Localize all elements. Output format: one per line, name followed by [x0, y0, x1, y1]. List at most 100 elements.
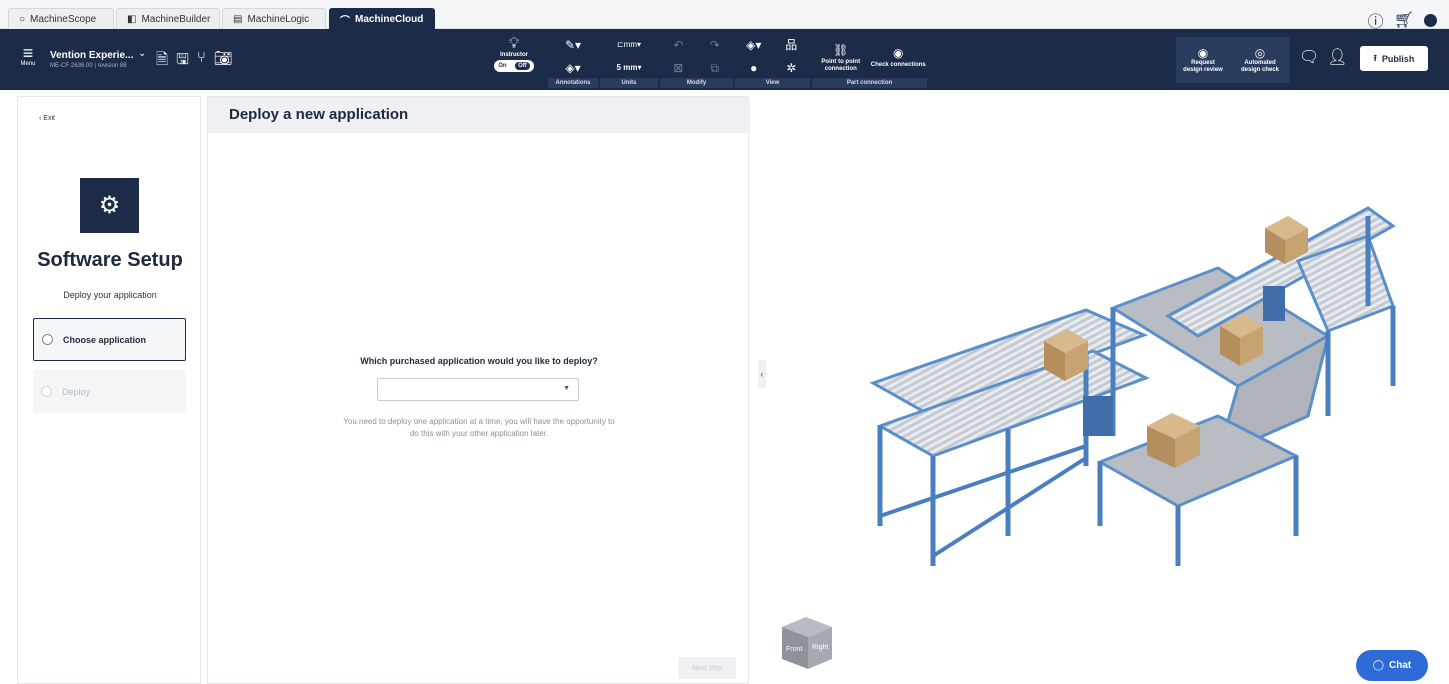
explode-icon[interactable]: ✲	[773, 59, 809, 77]
instructor-toggle[interactable]: On Off	[494, 60, 534, 72]
instructor-control: 💡︎ Instructor On Off	[492, 35, 536, 72]
application-select[interactable]: ▼	[377, 378, 579, 401]
tab-label: MachineScope	[30, 13, 97, 25]
align-icon[interactable]: ⊠	[661, 59, 696, 77]
units-group: ⊏mm▾ 5 mm▾ Units	[600, 30, 658, 88]
review-group: ◉ Request design review ◎ Automated desi…	[1176, 37, 1290, 83]
logic-icon: ▤	[233, 13, 243, 25]
automated-check-button[interactable]: ◎ Automated design check	[1235, 46, 1285, 74]
undo-icon[interactable]: ↶	[661, 36, 696, 54]
project-revision: ME-CF-2636.00 | revision 88	[50, 63, 127, 69]
check-connections-button[interactable]: ◉ Check connections	[871, 44, 926, 69]
account-icon[interactable]	[1424, 13, 1437, 27]
units-dropdown[interactable]: ⊏mm▾	[600, 36, 658, 54]
annotate-dropdown[interactable]: ✎▾	[548, 36, 598, 54]
toolbar-right-icons: 🗨︎ 👤︎	[1299, 47, 1348, 67]
link-icon: ⛓	[833, 42, 849, 57]
units-value: 5 mm	[616, 63, 638, 73]
menu-label: Menu	[20, 61, 36, 67]
save-as-icon[interactable]: 🖫︎	[176, 49, 189, 74]
copy-icon[interactable]: ⧉	[697, 59, 732, 77]
tab-machinescope[interactable]: ○ MachineScope	[8, 8, 114, 29]
left-conveyor	[869, 308, 1150, 566]
redo-icon[interactable]: ↷	[697, 36, 732, 54]
modify-group: ↶ ↷ ⊠ ⧉ Modify	[660, 30, 733, 88]
builder-icon: ◧	[127, 13, 137, 25]
tab-label: MachineLogic	[247, 13, 310, 25]
robot-icon: ◎	[1254, 46, 1266, 60]
deploy-hint: You need to deploy one application at a …	[343, 417, 615, 438]
conveyor-model	[869, 206, 1396, 566]
sidebar-title: Software Setup	[37, 249, 183, 271]
hamburger-icon: ≡	[22, 43, 34, 63]
request-review-button[interactable]: ◉ Request design review	[1181, 46, 1225, 74]
sidebar-subtitle: Deploy your application	[63, 290, 157, 300]
units-group-label: Units	[600, 78, 658, 88]
radio-icon	[42, 334, 53, 345]
lightbulb-icon: 💡︎	[508, 35, 520, 52]
cart-icon[interactable]: 🛒︎	[1394, 10, 1414, 30]
file-actions: 🗎︎ 🖫︎ ⑂ 📷︎	[156, 49, 233, 74]
tab-machinelogic[interactable]: ▤ MachineLogic	[222, 8, 326, 29]
cube-right-label: Right	[812, 644, 828, 651]
part-connection-group: ⛓ Point to point connection ◉ Check conn…	[812, 30, 927, 88]
step-label: Deploy	[62, 386, 91, 397]
chat-button[interactable]: ◯ Chat	[1356, 650, 1428, 681]
hierarchy-icon[interactable]: 品	[773, 36, 809, 54]
material-icon[interactable]: ●	[736, 59, 772, 77]
fill-dropdown[interactable]: ◈▾	[548, 59, 598, 77]
chevron-down-icon[interactable]: ⌄	[138, 48, 146, 59]
branch-icon[interactable]: ⑂	[197, 49, 206, 74]
reviewer-icon: ◉	[1197, 46, 1209, 60]
project-name: Vention Experie...	[50, 50, 134, 61]
tab-machinebuilder[interactable]: ◧ MachineBuilder	[116, 8, 220, 29]
panel-title: Deploy a new application	[208, 97, 750, 133]
publish-button[interactable]: ⭱ Publish	[1360, 46, 1428, 71]
cloud-icon: ⌒	[340, 15, 350, 27]
tab-label: MachineCloud	[355, 13, 424, 25]
gear-icon: ⚙︎	[80, 178, 139, 233]
share-user-icon[interactable]: 👤︎	[1327, 47, 1347, 67]
tab-machinecloud[interactable]: ⌒ MachineCloud	[329, 8, 435, 29]
comment-icon[interactable]: 🗨︎	[1299, 47, 1319, 67]
3d-viewport[interactable]	[768, 96, 1449, 684]
navigation-cube[interactable]: Front Right	[776, 613, 836, 671]
toggle-off-label: Off	[515, 62, 530, 70]
check-icon: ◉	[893, 46, 904, 60]
chat-label: Chat	[1388, 660, 1412, 671]
instructor-label: Instructor	[499, 52, 528, 58]
step-deploy: Deploy	[33, 370, 186, 413]
save-icon[interactable]: 🗎︎	[156, 49, 168, 74]
annotations-group: ✎▾ ◈▾ Annotations	[548, 30, 598, 88]
circle-icon: ○	[19, 13, 26, 25]
project-info[interactable]: Vention Experie... ME-CF-2636.00 | revis…	[50, 50, 133, 69]
toggle-on-label: On	[498, 63, 507, 69]
view-cube-dropdown[interactable]: ◈▾	[736, 36, 772, 54]
automated-check-label: Automated design check	[1240, 60, 1279, 73]
step-label: Choose application	[63, 334, 147, 345]
chat-bubble-icon: ◯	[1372, 660, 1384, 671]
view-group: ◈▾ 品 ● ✲ View	[735, 30, 810, 88]
setup-sidebar: ‹ Exit ⚙︎ Software Setup Deploy your app…	[17, 96, 201, 684]
view-group-label: View	[735, 78, 810, 88]
units-short: mm	[623, 39, 637, 49]
point-to-point-label: Point to point connection	[821, 58, 861, 72]
point-to-point-button[interactable]: ⛓ Point to point connection	[813, 41, 868, 73]
tab-label: MachineBuilder	[141, 13, 211, 25]
app-tab-strip: ○ MachineScope ◧ MachineBuilder ▤ Machin…	[0, 0, 1449, 31]
snap-dropdown[interactable]: 5 mm▾	[600, 59, 658, 77]
modify-group-label: Modify	[660, 78, 733, 88]
next-step-button[interactable]: Next step	[678, 657, 736, 679]
camera-icon[interactable]: 📷︎	[214, 49, 233, 74]
main-toolbar: ≡ Menu Vention Experie... ME-CF-2636.00 …	[0, 29, 1449, 90]
check-connections-label: Check connections	[870, 62, 926, 68]
menu-button[interactable]: ≡ Menu	[16, 43, 40, 67]
application-question: Which purchased application would you li…	[360, 356, 598, 366]
exit-link[interactable]: ‹ Exit	[39, 115, 55, 122]
step-choose-application[interactable]: Choose application	[33, 318, 186, 361]
deploy-panel: Deploy a new application Which purchased…	[207, 96, 750, 684]
collapse-panel-button[interactable]: ‹	[758, 360, 766, 388]
request-review-label: Request design review	[1183, 60, 1223, 73]
caret-down-icon: ▼	[563, 385, 570, 392]
cube-front-label: Front	[786, 646, 802, 653]
